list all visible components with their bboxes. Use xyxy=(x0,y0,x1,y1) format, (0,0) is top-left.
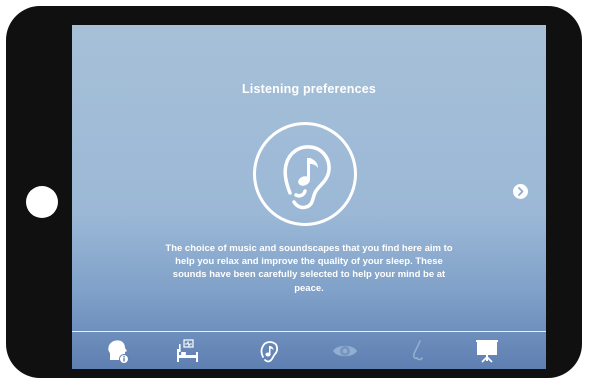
head-info-icon xyxy=(108,340,129,364)
bottom-tab-bar xyxy=(72,331,546,369)
next-page-button[interactable] xyxy=(513,184,528,199)
tab-head-info[interactable] xyxy=(97,332,137,369)
tab-nose[interactable] xyxy=(397,332,437,369)
ear-music-note-icon xyxy=(253,122,357,226)
tab-bed-monitor[interactable] xyxy=(165,332,205,369)
presentation-screen-icon xyxy=(476,340,498,363)
ear-music-icon xyxy=(260,341,279,363)
app-screen: Listening preferences The choice of musi… xyxy=(72,25,546,369)
bed-monitor-icon xyxy=(177,339,198,362)
tab-listening[interactable] xyxy=(248,332,288,369)
chevron-right-icon xyxy=(518,187,524,196)
eye-icon xyxy=(333,345,357,357)
tablet-device: Listening preferences The choice of musi… xyxy=(6,6,582,378)
tab-eye[interactable] xyxy=(324,332,364,369)
home-button[interactable] xyxy=(26,186,58,218)
nose-icon xyxy=(412,340,423,361)
page-title: Listening preferences xyxy=(241,82,377,96)
description-text: The choice of music and soundscapes that… xyxy=(165,243,453,294)
tab-presentation[interactable] xyxy=(466,332,506,369)
